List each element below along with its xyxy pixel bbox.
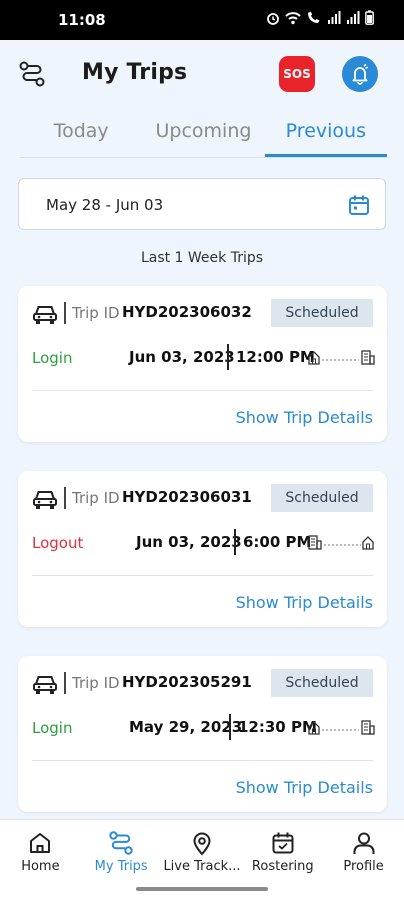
divider bbox=[64, 302, 66, 324]
car-icon bbox=[33, 676, 57, 694]
trip-time: 12:00 PM bbox=[236, 348, 315, 366]
trip-card[interactable]: Trip ID HYD202305291 Scheduled Login May… bbox=[18, 656, 387, 812]
nav-label: My Trips bbox=[94, 859, 148, 874]
divider bbox=[229, 714, 231, 740]
status-time: 11:08 bbox=[58, 11, 106, 29]
nav-label: Live Track... bbox=[163, 859, 241, 874]
volte-icon bbox=[308, 11, 320, 23]
divider bbox=[227, 344, 229, 370]
trip-id-label: Trip ID bbox=[72, 489, 120, 507]
route-icon bbox=[109, 831, 133, 855]
tab-previous[interactable]: Previous bbox=[264, 108, 387, 157]
trip-id: HYD202306032 bbox=[122, 303, 252, 321]
status-icons bbox=[266, 10, 374, 25]
trip-type: Login bbox=[32, 349, 73, 367]
trip-type: Login bbox=[32, 719, 73, 737]
route-icon[interactable] bbox=[16, 58, 48, 90]
trip-card[interactable]: Trip ID HYD202306032 Scheduled Login Jun… bbox=[18, 286, 387, 442]
trip-date: Jun 03, 2023 bbox=[136, 533, 242, 551]
home-icon bbox=[30, 833, 51, 853]
signal-icon bbox=[328, 10, 341, 24]
calendar-icon bbox=[272, 832, 294, 854]
page-title: My Trips bbox=[82, 60, 188, 85]
car-icon bbox=[33, 491, 57, 509]
status-bar: 11:08 bbox=[0, 0, 404, 40]
nav-label: Home bbox=[21, 859, 60, 874]
person-icon bbox=[353, 832, 375, 854]
divider bbox=[32, 760, 373, 761]
nav-item-home[interactable]: Home bbox=[0, 820, 81, 900]
signal-icon bbox=[347, 10, 360, 24]
app-header: My Trips SOS bbox=[0, 40, 404, 108]
trip-time: 12:30 PM bbox=[238, 718, 317, 736]
show-trip-details-link[interactable]: Show Trip Details bbox=[236, 778, 373, 797]
alarm-icon bbox=[267, 12, 279, 25]
calendar-icon[interactable] bbox=[347, 193, 371, 217]
trips-subtitle: Last 1 Week Trips bbox=[140, 250, 264, 266]
trip-id-label: Trip ID bbox=[72, 304, 120, 322]
car-icon bbox=[33, 306, 57, 324]
date-range-picker[interactable]: May 28 - Jun 03 bbox=[18, 178, 386, 230]
show-trip-details-link[interactable]: Show Trip Details bbox=[236, 408, 373, 427]
nav-label: Rostering bbox=[251, 859, 314, 874]
tab-upcoming[interactable]: Upcoming bbox=[142, 108, 264, 157]
trip-type: Logout bbox=[32, 534, 84, 552]
divider bbox=[234, 529, 236, 555]
divider bbox=[32, 390, 373, 391]
home-to-office-icon bbox=[308, 350, 375, 365]
nav-item-profile[interactable]: Profile bbox=[323, 820, 404, 900]
location-pin-icon bbox=[193, 832, 211, 856]
divider bbox=[64, 672, 66, 694]
date-range-value: May 28 - Jun 03 bbox=[46, 196, 164, 214]
status-badge: Scheduled bbox=[271, 484, 373, 512]
wifi-icon bbox=[285, 11, 301, 24]
trip-tabs: Today Upcoming Previous bbox=[20, 108, 387, 158]
status-badge: Scheduled bbox=[271, 669, 373, 697]
nav-label: Profile bbox=[343, 859, 384, 874]
bell-icon[interactable] bbox=[342, 56, 378, 92]
trip-id: HYD202305291 bbox=[122, 673, 252, 691]
tab-today[interactable]: Today bbox=[20, 108, 142, 157]
trip-date: Jun 03, 2023 bbox=[129, 348, 235, 366]
sos-button[interactable]: SOS bbox=[279, 56, 315, 92]
office-to-home-icon bbox=[308, 535, 374, 550]
divider bbox=[64, 487, 66, 509]
home-indicator[interactable] bbox=[136, 887, 268, 891]
status-badge: Scheduled bbox=[271, 299, 373, 327]
home-to-office-icon bbox=[308, 720, 375, 735]
show-trip-details-link[interactable]: Show Trip Details bbox=[236, 593, 373, 612]
trip-date: May 29, 2023 bbox=[129, 718, 243, 736]
battery-icon bbox=[365, 10, 374, 25]
trip-id: HYD202306031 bbox=[122, 488, 252, 506]
trip-time: 6:00 PM bbox=[243, 533, 312, 551]
trip-card[interactable]: Trip ID HYD202306031 Scheduled Logout Ju… bbox=[18, 471, 387, 627]
trip-id-label: Trip ID bbox=[72, 674, 120, 692]
divider bbox=[32, 575, 373, 576]
